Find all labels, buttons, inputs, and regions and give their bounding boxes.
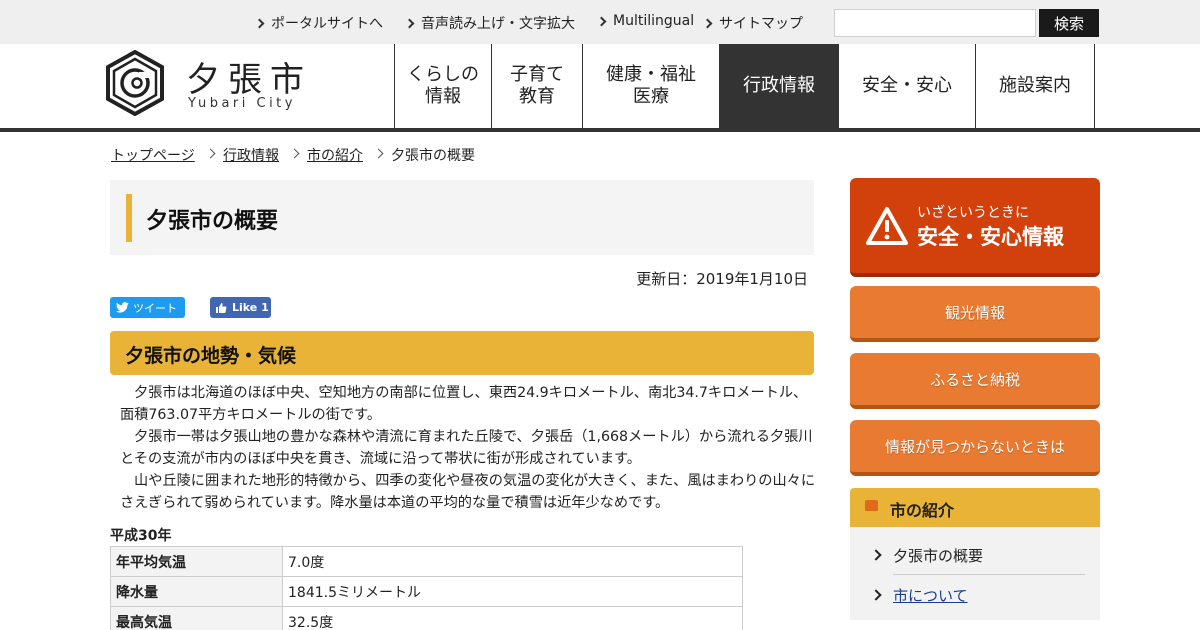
table-row: 最高気温 32.5度 [110,606,743,630]
site-logo-english: Yubari City [188,96,296,111]
breadcrumb-administration[interactable]: 行政情報 [223,145,279,165]
nav-facilities[interactable]: 施設案内 [975,44,1095,128]
nav-label: 医療 [633,86,669,107]
nav-label: 情報 [425,86,461,107]
chevron-right-icon [702,18,713,29]
search-input[interactable] [834,9,1036,37]
section-title: 夕張市の地勢・気候 [125,345,297,367]
twitter-bird-icon [116,302,129,313]
body-paragraph: 山や丘陵に囲まれた地形的特徴から、四季の変化や昼夜の気温の変化が大きく、また、風… [120,473,816,511]
warning-icon [866,207,908,245]
search-button[interactable]: 検索 [1039,9,1099,37]
chevron-right-icon [373,148,384,159]
table-cell: 32.5度 [282,606,743,630]
page-title: 夕張市の概要 [146,209,279,234]
chevron-right-icon [205,148,216,159]
nav-label: 子育て [510,64,564,85]
nav-health-welfare[interactable]: 健康・福祉 医療 [582,44,719,128]
climate-table: 年平均気温 7.0度 降水量 1841.5ミリメートル 最高気温 32.5度 [110,546,743,630]
subnav-item-overview[interactable]: 夕張市の概要 [893,545,983,566]
body-paragraph: 夕張市は北海道のほぼ中央、空知地方の南部に位置し、東西24.9キロメートル、南北… [120,385,808,423]
hometown-tax-button[interactable]: ふるさと納税 [850,353,1100,409]
breadcrumb-home[interactable]: トップページ [111,145,195,165]
table-row-header: 年平均気温 [110,546,283,577]
chevron-right-icon [289,148,300,159]
tourism-button[interactable]: 観光情報 [850,286,1100,342]
city-emblem-icon[interactable] [106,50,164,116]
nav-childcare-education[interactable]: 子育て 教育 [491,44,582,128]
nav-administration[interactable]: 行政情報 [719,44,838,128]
nav-label: 行政情報 [743,75,815,96]
breadcrumb-current: 夕張市の概要 [391,148,475,164]
nav-label: 安全・安心 [862,75,952,96]
nav-label: 健康・福祉 [606,64,696,85]
updated-date: 更新日：2019年1月10日 [636,270,808,288]
voice-text-size-label: 音声読み上げ・文字拡大 [421,16,575,32]
portal-link[interactable]: ポータルサイトへ [254,13,383,33]
table-row: 年平均気温 7.0度 [110,546,743,577]
table-cell: 1841.5ミリメートル [282,576,743,607]
nav-label: 教育 [519,86,555,107]
subnav-divider [893,574,1085,575]
voice-text-size-link[interactable]: 音声読み上げ・文字拡大 [404,13,575,33]
table-row-header: 最高気温 [110,606,283,630]
table-row: 降水量 1841.5ミリメートル [110,576,743,607]
emergency-subtitle: いざというときに [917,205,1029,221]
sitemap-link[interactable]: サイトマップ [702,13,803,33]
tweet-label: ツイート [133,301,177,315]
table-caption: 平成30年 [110,528,172,544]
chevron-right-icon [404,18,415,29]
nav-safety[interactable]: 安全・安心 [838,44,975,128]
site-logo-name[interactable]: 夕張市 [186,52,312,101]
chevron-right-icon [596,16,607,27]
portal-link-label: ポータルサイトへ [271,16,383,32]
table-row-header: 降水量 [110,576,283,607]
subnav-title: 市の紹介 [890,501,955,520]
tweet-button[interactable]: ツイート [110,297,185,318]
title-accent-bar [126,194,132,242]
folder-icon [865,500,878,511]
thumbs-up-icon [216,302,227,313]
facebook-like-button[interactable]: Like 1 [210,297,271,318]
like-label: Like 1 [232,301,269,314]
nav-label: くらしの [407,64,479,85]
multilingual-link[interactable]: Multilingual [596,13,695,29]
chevron-right-icon [254,18,265,29]
nav-living-info[interactable]: くらしの 情報 [394,44,491,128]
header-divider [0,128,1200,132]
breadcrumb-city-intro[interactable]: 市の紹介 [307,145,363,165]
body-paragraph: 夕張市一帯は夕張山地の豊かな森林や清流に育まれた丘陵で、夕張岳（1,668メート… [120,429,813,467]
subnav-item-about-city[interactable]: 市について [893,585,968,606]
multilingual-label: Multilingual [613,13,695,29]
subnav-header [850,488,1100,527]
sitemap-label: サイトマップ [719,16,803,32]
nav-label: 施設案内 [999,75,1071,96]
emergency-title: 安全・安心情報 [917,225,1064,249]
table-cell: 7.0度 [282,546,743,577]
cannot-find-info-button[interactable]: 情報が見つからないときは [850,420,1100,476]
